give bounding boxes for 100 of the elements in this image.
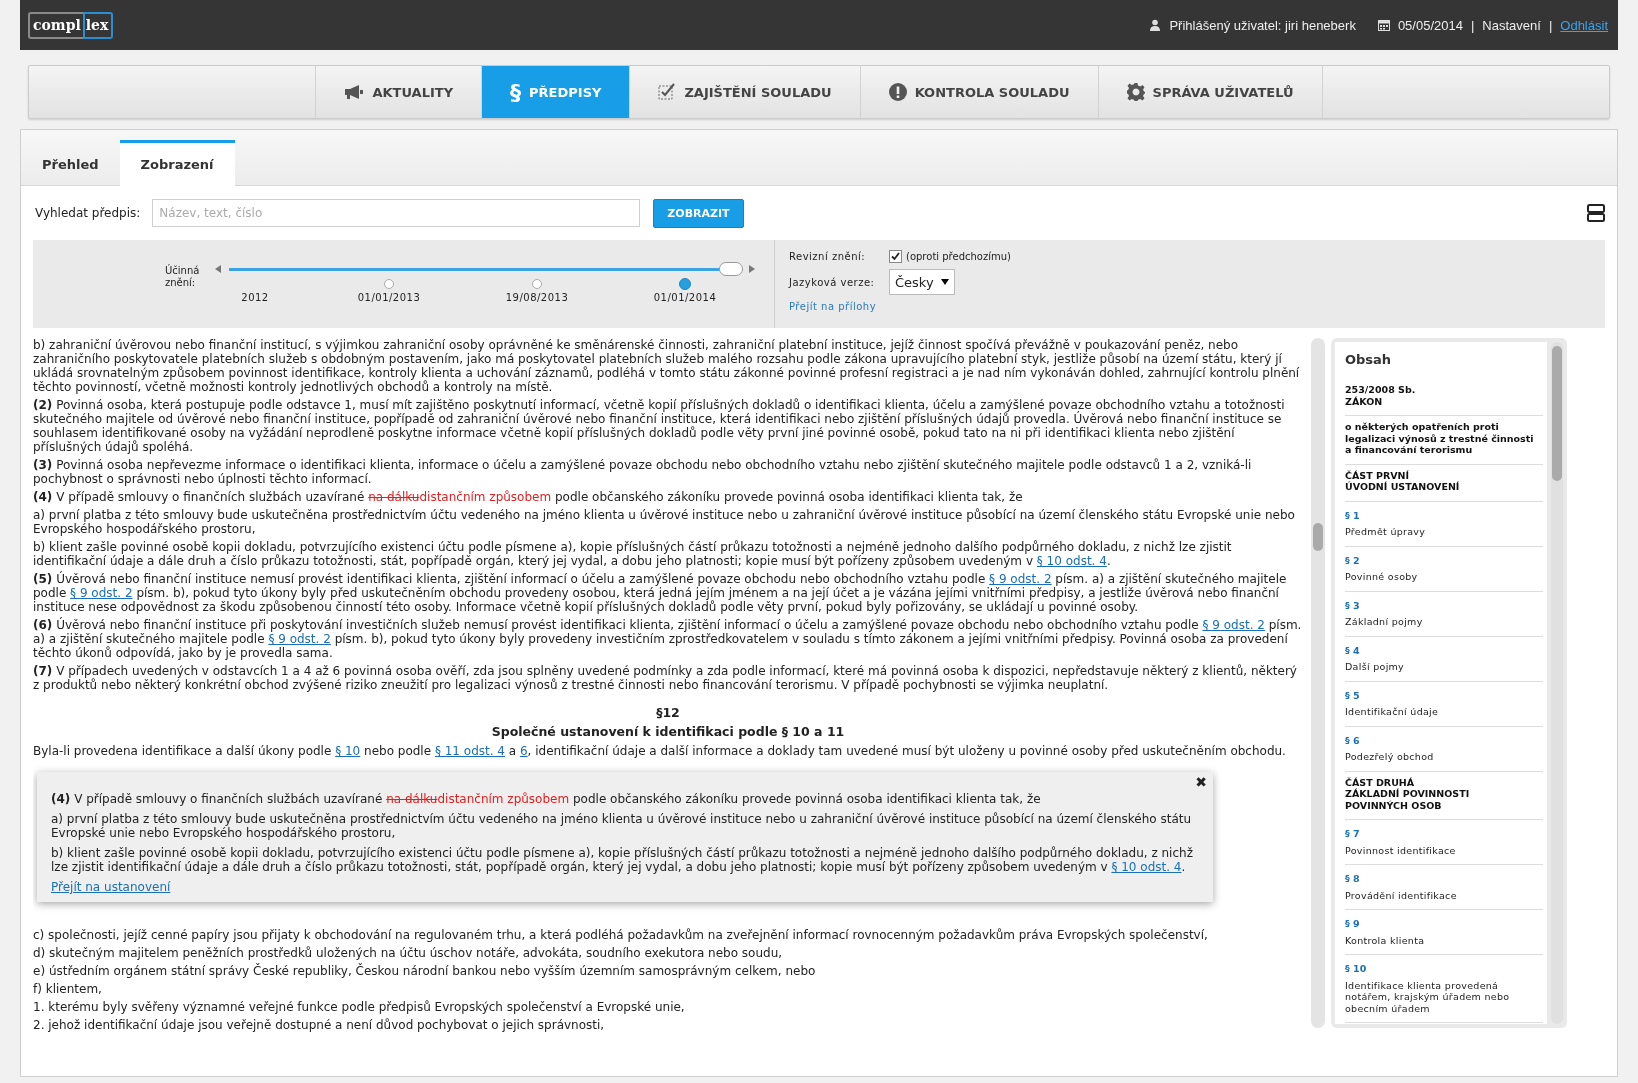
section-number-link[interactable]: § 10 <box>1345 963 1543 975</box>
paragraph: f) klientem, <box>33 982 103 996</box>
section-number-link[interactable]: § 5 <box>1345 689 1543 701</box>
paragraph: 1. kterému byly svěřeny významné veřejné funkce podle předpisů Evropských společenství a Evropské unie, <box>33 1000 686 1014</box>
nav-tab[interactable]: SPRÁVA UŽIVATELŮ <box>1097 66 1323 118</box>
timeline-point[interactable] <box>532 279 542 289</box>
tab[interactable]: Přehled <box>21 141 120 185</box>
section-title: Identifikační údaje <box>1345 706 1440 718</box>
contents-heading[interactable]: o některých opatřeních proti legalizaci výnosů z trestné činnosti a financování terorismu <box>1345 416 1543 465</box>
section-link[interactable]: 6 <box>519 744 528 758</box>
logo-text: lex <box>82 11 114 39</box>
timeline-point[interactable] <box>679 278 691 290</box>
paragraph: (7) V případech uvedených v odstavcích 1 a 4 až 6 povinná osoba ověří, zda jsou splněny uvedené podmínky a zda podle informací, které má povinná osoba k dispozici, nepředstavuje některý z klientů, některý z produktů nebo některý konkrétní obchod zvýšené riziko zneužití pro legalizaci výnosů z trestné činnosti nebo financování terorismu. V případě pochybnosti se výjimka neuplatní. <box>33 664 1298 692</box>
paragraph: (4) V případě smlouvy o finančních službách uzavírané na dálkudistančním způsobem podle občanského zákoníku provede povinná osoba identifikaci klienta tak, že <box>33 490 1024 504</box>
section-link[interactable]: § 9 odst. 2 <box>1202 618 1265 632</box>
paragraph: c) společnosti, jejíž cenné papíry jsou přijaty k obchodování na regulovaném trhu, a která podléhá požadavkům na zveřejnění informací rovnocenným požadavkům práva Evropských společenství, <box>33 928 1209 942</box>
go-to-provision-link[interactable]: Přejít na ustanovení <box>51 880 171 894</box>
section-number-link[interactable]: § 6 <box>1345 734 1543 746</box>
megaphone-icon <box>344 85 365 99</box>
scrollbar[interactable] <box>1551 342 1563 1024</box>
attachments-link[interactable]: Přejít na přílohy <box>789 301 877 312</box>
paragraph: (2) Povinná osoba, která postupuje podle odstavce 1, musí mít zajištěno poskytnutí informací, včetně kopií příslušných dokladů o identifikaci klienta, účelu a zamýšlené povaze obchodního vztahu a totožnosti skutečného majitele od úvěrové nebo finanční instituce, popřípadě od zahraniční úvěrové nebo finanční instituce, která identifikaci nebo zjištění příslušných údajů provedla. Úvěrová nebo finanční instituce se souhlasem identifikované osoby na vyžádání neprodleně poskytne informace včetně kopií příslušných dokladů podle věty první jiné povinné osobě, pokud tato na ni při identifikaci klienta nebo zjištění příslušných údajů spoléhá. <box>33 398 1286 454</box>
paragraph: e) ústředním orgánem státní správy České republiky, Českou národní bankou nebo vyšším územním samosprávným celkem, nebo <box>33 964 817 978</box>
nav-tab[interactable]: KONTROLA SOULADU <box>859 66 1098 118</box>
language-select[interactable]: Česky <box>889 269 955 295</box>
section-number-link[interactable]: § 9 <box>1345 918 1543 930</box>
paragraph: (3) Povinná osoba nepřevezme informace o identifikaci klienta, informace o účelu a zamýšlené povaze obchodu nebo obchodního vztahu nebo zjištění skutečného majitele podle odstavců 1 a 2, vzniká-li pochybnost o správnosti nebo úplnosti těchto informací. <box>33 458 1253 486</box>
section-link[interactable]: § 9 odst. 2 <box>70 586 133 600</box>
settings-link[interactable]: Nastavení <box>1482 17 1541 33</box>
logo-text: compl <box>28 11 83 39</box>
section-link[interactable]: § 10 <box>335 744 361 758</box>
section-title: Povinné osoby <box>1345 571 1419 583</box>
user-label: Přihlášený uživatel: jiri heneberk <box>1169 17 1356 33</box>
timeline-date: 19/08/2013 <box>505 292 569 303</box>
close-button[interactable]: ✖ <box>1195 774 1207 790</box>
section-sign-icon: § <box>510 79 522 105</box>
paragraph: (6) Úvěrová nebo finanční instituce při poskytování investičních služeb nemusí provést identifikaci klienta, zjištění informací o účelu a zamýšlené povaze obchodu nebo obchodního vztahu podle § 9 odst. 2 písm. a) a zjištění skutečného majitele podle § 9 odst. 2 písm. b), pokud tyto úkony byly provedeny investičním zprostředkovatelem v souladu s tímto zákonem a jejími vnitřními předpisy. Povinná osoba za provedení těchto úkonů odpovídá, jako by je provedla sama. <box>33 618 1303 660</box>
gear-icon <box>1126 83 1145 101</box>
section-number-link[interactable]: § 2 <box>1345 554 1543 566</box>
timeline-date: 01/01/2014 <box>653 292 717 303</box>
scrollbar[interactable] <box>1311 338 1325 1028</box>
section-number-link[interactable]: § 1 <box>1345 509 1543 521</box>
nav-tab[interactable]: § PŘEDPISY <box>481 66 630 118</box>
section-title: Podezřelý obchod <box>1345 751 1435 763</box>
section-title: Provádění identifikace <box>1345 889 1458 901</box>
contents-heading[interactable]: ČÁST DRUHÁ ZÁKLADNÍ POVINNOSTI POVINNÝCH OSOB <box>1345 771 1543 820</box>
paragraph: a) první platba z této smlouvy bude uskutečněna prostřednictvím účtu vedeného na jméno klienta u úvěrové instituce nebo u zahraniční úvěrové instituce působící na území členského státu Evropské unie nebo Evropského hospodářského prostoru, <box>51 812 1193 840</box>
paragraph: (5) Úvěrová nebo finanční instituce nemusí provést identifikaci klienta, zjištění informací o účelu a zamýšlené povaze obchodu nebo obchodního vztahu podle § 9 odst. 2 písm. a) a zjištění skutečného majitele podle § 9 odst. 2 písm. b), pokud tyto úkony byly před uskutečněním obchodu provedeny osobou, která jedná jejím jménem a na její účet a je vázána jejími vnitřními předpisy, a jestliže úvěrová nebo finanční instituce nese odpovědnost za škodu způsobenou činností této osoby. Informace včetně kopií příslušných dokladů podle věty první, pokud byly pořizovány, se ukládají u povinné osoby. <box>33 572 1288 614</box>
revision-checkbox[interactable] <box>889 250 902 263</box>
calendar-icon <box>1377 19 1390 31</box>
contents-heading[interactable]: ČÁST PRVNÍ ÚVODNÍ USTANOVENÍ <box>1345 464 1543 502</box>
section-title: Předmět úpravy <box>1345 526 1427 538</box>
paragraph: d) skutečným majitelem peněžních prostředků uložených na účtu úschov notáře, advokáta, soudního exekutora nebo soudu, <box>33 946 784 960</box>
separator: | <box>1548 17 1553 33</box>
left-arrow-icon[interactable] <box>215 265 221 273</box>
paragraph: b) klient zašle povinné osobě kopii dokladu, potvrzujícího existenci účtu podle písmene a), kopie příslušných částí průkazu totožnosti a nejméně jednoho dalšího podpůrného dokladu, z nichž lze zjistit identifikační údaje a dále druh a číslo průkazu totožnosti, stát, popřípadě orgán, který jej vydal, a dobu jeho platnosti; kopie musí být pořízeny způsobem uvedeným v § 10 odst. 4. <box>51 846 1194 874</box>
paragraph: b) klient zašle povinné osobě kopii dokladu, potvrzujícího existenci účtu podle písmene a), kopie příslušných částí průkazu totožnosti a nejméně jednoho dalšího podpůrného dokladu, z nichž lze zjistit identifikační údaje a dále druh a číslo průkazu totožnosti, stát, popřípadě orgán, který jej vydal, a dobu jeho platnosti; kopie musí být pořízeny způsobem uvedeným v § 10 odst. 4. <box>33 540 1233 568</box>
timeline-label: Účinná znění: <box>165 265 201 289</box>
checkbox-check-icon <box>658 83 677 101</box>
date-text: 05/05/2014 <box>1397 17 1463 33</box>
section-title: Povinnost identifikace <box>1345 844 1457 856</box>
separator: | <box>1470 17 1475 33</box>
section-title: Základní pojmy <box>1345 616 1424 628</box>
dropdown-caret-icon <box>941 279 949 285</box>
slider-handle[interactable] <box>719 262 743 276</box>
contents-heading[interactable]: 253/2008 Sb. ZÁKON <box>1345 379 1543 416</box>
paragraph: b) zahraniční úvěrovou nebo finanční institucí, s výjimkou zahraniční osoby oprávněné ke směnárenské činnosti, zahraniční platební instituce, jejíž činnost spočívá převážně v poukazování peněz, nebo zahraničního poskytovatele platebních služeb s obdobným postavením, jako má poskytovatel platebních služeb malého rozsahu podle zákona upravujícího platební styk, jestliže působí na území státu, který jí ukládá srovnatelným způsobem povinnost identifikace, kontroly klienta a uchování záznamů, podléhá v tomto státu zákonné povinné profesní registraci a je nad ním vykonáván dohled, zahrnující kontrolu plnění těchto povinností, včetně možnosti kontroly jednotlivých obchodů a kontroly na místě. <box>33 338 1301 394</box>
section-title: Identifikace klienta provedená notářem, krajským úřadem nebo obecním úřadem <box>1345 979 1511 1014</box>
paragraph: a) první platba z této smlouvy bude uskutečněna prostřednictvím účtu vedeného na jméno klienta u úvěrové instituce nebo u zahraniční úvěrové instituce působící na území členského státu Evropské unie nebo Evropského hospodářského prostoru, <box>33 508 1296 536</box>
nav-tab[interactable]: ZAJIŠTĚNÍ SOULADU <box>629 66 860 118</box>
tab[interactable]: Zobrazení <box>119 140 235 186</box>
language-label: Jazyková verze: <box>789 276 876 288</box>
section-title: Kontrola klienta <box>1345 934 1426 946</box>
logo[interactable]: compl lex <box>28 11 114 39</box>
section-link[interactable]: § 9 odst. 2 <box>989 572 1052 586</box>
timeline-slider[interactable] <box>229 262 741 276</box>
section-link[interactable]: § 11 odst. 4 <box>434 744 505 758</box>
show-button[interactable]: ZOBRAZIT <box>653 198 744 228</box>
user-icon <box>1149 19 1162 31</box>
search-label: Vyhledat předpis: <box>35 206 141 220</box>
section-heading: §12 <box>655 706 681 720</box>
right-arrow-icon[interactable] <box>749 265 755 273</box>
search-field[interactable]: Název, text, číslo <box>152 199 641 227</box>
revision-label: Revizní znění: <box>789 251 867 262</box>
section-title: Další pojmy <box>1345 661 1406 673</box>
timeline-point[interactable] <box>384 279 394 289</box>
section-number-link[interactable]: § 7 <box>1345 828 1543 840</box>
section-number-link[interactable]: § 4 <box>1345 644 1543 656</box>
section-link[interactable]: § 10 odst. 4 <box>1036 554 1107 568</box>
section-number-link[interactable]: § 3 <box>1345 599 1543 611</box>
paragraph: 2. jehož identifikační údaje jsou veřejně dostupné a není důvod pochybovat o jejich správnosti, <box>33 1018 606 1032</box>
revision-note: (oproti předchozímu) <box>906 251 1011 262</box>
section-heading: Společné ustanovení k identifikaci podle § 10 a 11 <box>490 725 846 739</box>
contents-title: Obsah <box>1345 352 1393 367</box>
section-link[interactable]: § 9 odst. 2 <box>268 632 331 646</box>
paragraph: Byla-li provedena identifikace a další úkony podle § 10 nebo podle § 11 odst. 4 a 6, identifikační údaje a další informace a doklady tam uvedené musí být uloženy u povinné osoby před uskutečněním obchodu. <box>33 744 1287 758</box>
logout-link[interactable]: Odhlásit <box>1560 17 1608 33</box>
section-number-link[interactable]: § 8 <box>1345 873 1543 885</box>
alert-icon <box>888 83 907 101</box>
layout-toggle-icon[interactable] <box>1587 204 1605 222</box>
